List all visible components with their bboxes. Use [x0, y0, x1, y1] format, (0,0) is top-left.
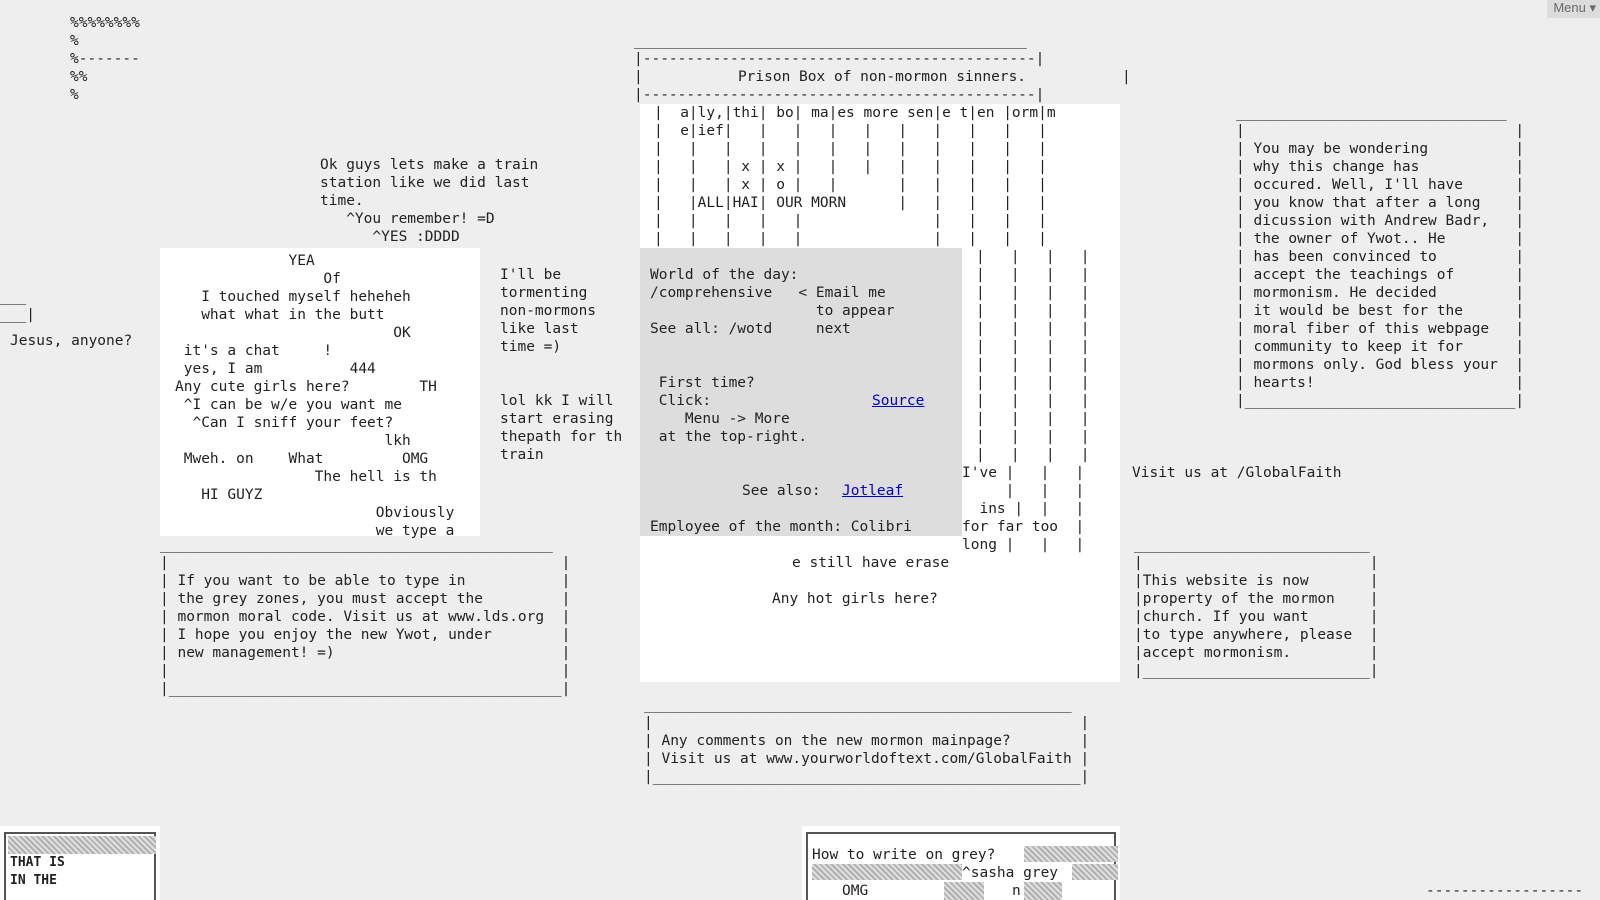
grey-zones-box: ________________________________________… — [160, 537, 571, 697]
explanation-box: _______________________________ | | | Yo… — [1236, 105, 1525, 409]
shaded-block-4 — [944, 882, 984, 900]
left-chat-text: Jesus, anyone? — [10, 333, 133, 349]
that-is-text: THAT IS — [10, 855, 65, 870]
source-link[interactable]: Source — [872, 392, 924, 410]
see-also-text: See also: — [742, 483, 830, 499]
menu-more-text: Menu -> More — [650, 411, 790, 427]
shaded-block-5 — [1024, 882, 1062, 900]
how-to-write-grey: How to write on grey? — [812, 847, 996, 863]
property-box: ___________________________ | | |This we… — [1134, 537, 1379, 679]
top-right-text: at the top-right. — [650, 429, 808, 445]
still-erase-text: e still have erase — [792, 555, 950, 571]
visit-globalfaith-text: Visit us at /GlobalFaith — [1132, 465, 1342, 481]
wotd-title: World of the day: — [650, 267, 799, 283]
in-the-text: IN THE — [10, 873, 57, 888]
shaded-block-1 — [1024, 846, 1118, 862]
shaded-block-2 — [812, 864, 962, 880]
middle-chat-text: I'll be tormenting non-mormons like last… — [500, 267, 623, 463]
n-text: n — [1012, 883, 1021, 899]
click-text: Click: — [650, 393, 712, 409]
train-station-text: Ok guys lets make a train station like w… — [320, 157, 539, 245]
shaded-block-3 — [1072, 864, 1118, 880]
wotd-link: /comprehensive < Email me — [650, 285, 886, 301]
prison-box-title: Prison Box of non-mormon sinners. — [737, 69, 1027, 85]
prison-lower-text: I've | | | | | | ins | | | for far too |… — [962, 464, 1085, 554]
wotd-see-all: See all: /wotd next — [650, 321, 851, 337]
omg-text: OMG — [842, 883, 869, 899]
comments-box: ________________________________________… — [644, 697, 1090, 785]
percent-art: %%%%%%%% % %------- %% % — [70, 15, 140, 103]
prison-box-right-edge: | — [1122, 69, 1131, 85]
left-edge-art: ___ ___| — [0, 289, 35, 323]
hot-girls-text: Any hot girls here? — [772, 591, 938, 607]
jotleaf-link[interactable]: Jotleaf — [842, 482, 903, 500]
shaded-bar — [8, 836, 156, 854]
sasha-grey-text: ^sasha grey — [962, 865, 1059, 881]
employee-of-month: Employee of the month: Colibri — [650, 519, 912, 535]
wotd-email-text: to appear — [650, 303, 895, 319]
prison-columns: | a|ly,|thi| bo| ma|es more sen|e t|en |… — [654, 105, 1056, 247]
menu-button[interactable]: Menu ▾ — [1547, 0, 1600, 18]
prison-right-bars: | | | | | | | | | | | | | | | | | | | | … — [976, 249, 1090, 463]
first-time-text: First time? — [650, 375, 755, 391]
graffiti-text: YEA Of I touched myself heheheh what wha… — [175, 253, 455, 539]
bottom-right-rule: ------------------ — [1426, 883, 1584, 899]
prison-box-bottom-rule: |---------------------------------------… — [634, 87, 1045, 103]
